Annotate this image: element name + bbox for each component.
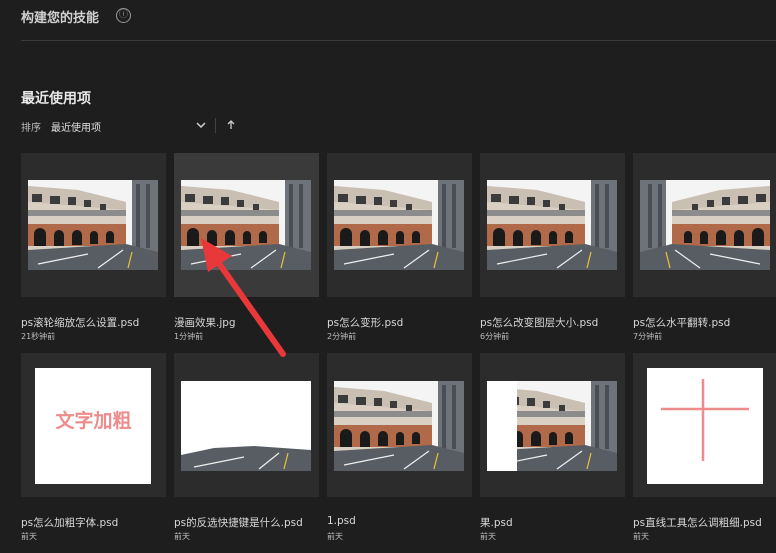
file-name: ps直线工具怎么调粗细.psd — [633, 517, 762, 529]
file-thumbnail — [633, 353, 776, 497]
arrow-up-icon — [227, 120, 235, 129]
file-name: 果.psd — [480, 517, 513, 529]
file-name: ps滚轮缩放怎么设置.psd — [21, 317, 140, 329]
file-thumbnail — [480, 353, 625, 497]
file-time: 前天 — [21, 532, 37, 541]
file-thumbnail: 文字加粗 — [21, 353, 166, 497]
file-thumbnail — [21, 153, 166, 297]
chevron-down-icon — [196, 122, 206, 129]
file-time: 前天 — [174, 532, 190, 541]
file-thumbnail — [174, 353, 319, 497]
file-thumbnail — [480, 153, 625, 297]
header-title: 构建您的技能 — [21, 11, 100, 26]
file-name: ps怎么变形.psd — [327, 317, 404, 329]
sort-dropdown[interactable]: 最近使用项 — [51, 118, 211, 134]
file-time: 2分钟前 — [327, 332, 357, 341]
file-name: 1.psd — [327, 515, 356, 527]
file-name: ps怎么水平翻转.psd — [633, 317, 731, 329]
info-icon[interactable]: ⓘ — [116, 8, 131, 23]
file-name: ps的反选快捷键是什么.psd — [174, 517, 303, 529]
sort-separator — [215, 118, 216, 133]
file-thumbnail — [633, 153, 776, 297]
file-time: 7分钟前 — [633, 332, 663, 341]
sort-direction-button[interactable] — [225, 118, 237, 132]
file-time: 1分钟前 — [174, 332, 204, 341]
file-time: 21秒钟前 — [21, 332, 56, 341]
file-name: ps怎么改变图层大小.psd — [480, 317, 599, 329]
file-name: 漫画效果.jpg — [174, 317, 236, 329]
file-thumbnail — [174, 153, 319, 297]
file-time: 6分钟前 — [480, 332, 510, 341]
thumbnail-text: 文字加粗 — [55, 410, 132, 432]
file-time: 前天 — [327, 532, 343, 541]
file-thumbnail — [327, 153, 472, 297]
header-divider — [21, 40, 776, 41]
sort-label: 排序 — [21, 123, 41, 134]
file-time: 前天 — [480, 532, 496, 541]
file-name: ps怎么加粗字体.psd — [21, 517, 119, 529]
recent-section-title: 最近使用项 — [21, 91, 91, 107]
file-thumbnail — [327, 353, 472, 497]
file-time: 前天 — [633, 532, 649, 541]
sort-value: 最近使用项 — [51, 123, 101, 134]
